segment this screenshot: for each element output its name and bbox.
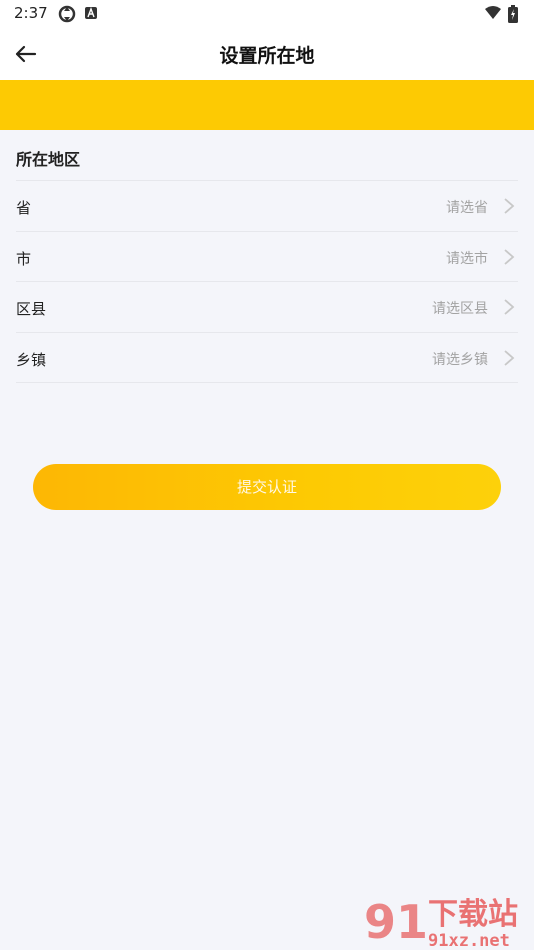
region-section: 所在地区 省 请选省 市 请选市 区县 请选区县 乡镇 请选乡镇 — [0, 130, 534, 383]
row-label: 区县 — [16, 300, 47, 318]
row-placeholder: 请选省 — [446, 200, 488, 216]
banner — [0, 80, 534, 130]
row-placeholder: 请选乡镇 — [432, 352, 488, 368]
wifi-icon — [485, 6, 501, 19]
row-label: 市 — [16, 250, 32, 268]
row-city[interactable]: 市 请选市 — [16, 231, 518, 282]
chevron-right-icon — [504, 350, 515, 366]
chevron-right-icon — [504, 198, 515, 214]
submit-button[interactable]: 提交认证 — [33, 464, 501, 510]
status-time: 2:37 — [14, 4, 48, 22]
chevron-right-icon — [504, 299, 515, 315]
row-placeholder: 请选市 — [446, 251, 488, 267]
row-label: 省 — [16, 199, 32, 217]
section-title: 所在地区 — [16, 150, 81, 169]
chevron-right-icon — [504, 249, 515, 265]
watermark-logo: 91 下载站 91xz.net — [364, 895, 518, 950]
watermark-sub-text: 91xz.net — [428, 931, 510, 950]
header: 设置所在地 — [0, 28, 534, 80]
row-township[interactable]: 乡镇 请选乡镇 — [16, 332, 518, 383]
row-province[interactable]: 省 请选省 — [16, 180, 518, 231]
page-title: 设置所在地 — [219, 45, 315, 67]
divider — [16, 382, 518, 383]
battery-charging-icon — [508, 5, 518, 23]
status-bar: 2:37 — [0, 0, 534, 28]
sync-icon — [58, 5, 76, 23]
watermark-main-text: 下载站 — [428, 897, 518, 932]
row-district[interactable]: 区县 请选区县 — [16, 281, 518, 332]
row-label: 乡镇 — [16, 351, 47, 369]
watermark-badge: 91 — [364, 895, 428, 949]
app-a-icon — [85, 7, 97, 19]
row-placeholder: 请选区县 — [432, 301, 488, 317]
